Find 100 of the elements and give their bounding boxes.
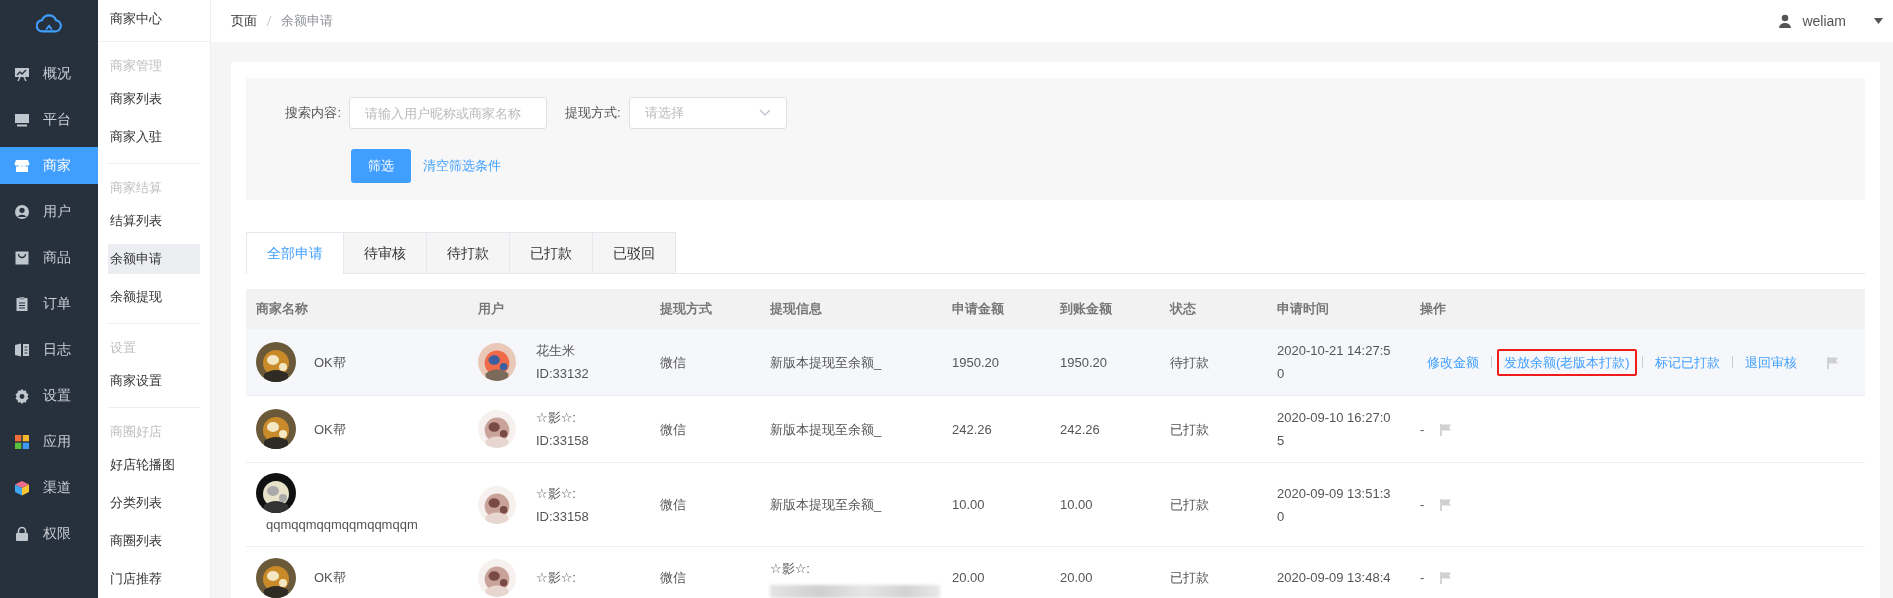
table-cell: 已打款	[1160, 395, 1267, 463]
flag-icon	[1439, 571, 1453, 584]
merchant-name: qqmqqmqqmqqmqqmqqm	[266, 516, 418, 534]
tab[interactable]: 待审核	[344, 232, 427, 273]
person-icon	[14, 203, 30, 220]
field-label: 提现方式:	[565, 104, 621, 122]
nav-item[interactable]: 权限	[0, 515, 98, 552]
table-cell: 待打款	[1160, 329, 1267, 396]
monitor-icon	[14, 111, 30, 128]
nav-item[interactable]: 应用	[0, 423, 98, 460]
tab[interactable]: 待打款	[427, 232, 510, 273]
table-cell: ☆影☆:	[770, 561, 810, 576]
table-cell: 新版本提现至余额_	[770, 497, 882, 512]
table-cell: 1950.20	[942, 329, 1050, 396]
user-name: ☆影☆:	[536, 484, 577, 503]
user-id: ID:33132	[536, 365, 589, 383]
user-icon	[1778, 14, 1793, 28]
column-header: 申请金额	[942, 289, 1050, 329]
submenu-item[interactable]: 商家设置	[108, 366, 200, 396]
table-cell: 微信	[650, 546, 760, 598]
nav-item[interactable]: 商品	[0, 239, 98, 276]
book-icon	[14, 341, 30, 358]
clipboard-icon	[14, 295, 30, 312]
caret-icon	[1874, 18, 1883, 24]
lock-icon	[14, 525, 30, 542]
group-heading: 商家管理	[109, 57, 163, 75]
nav-item[interactable]: 用户	[0, 193, 98, 230]
user-name: ☆影☆:	[536, 569, 576, 587]
flag-icon	[1439, 422, 1453, 436]
grid-icon	[14, 433, 30, 450]
column-header: 提现方式	[650, 289, 760, 329]
breadcrumb-link[interactable]: 页面	[231, 12, 257, 30]
table-cell: 10.00	[1050, 462, 1160, 547]
column-header: 提现信息	[760, 289, 942, 329]
table-cell: 20.00	[1050, 546, 1160, 598]
chevron-icon	[758, 109, 771, 117]
table-cell: 10.00	[942, 462, 1050, 547]
user-name[interactable]: weliam	[1802, 13, 1846, 29]
flag-icon	[1439, 498, 1453, 511]
table-cell: 微信	[650, 329, 760, 396]
tab[interactable]: 已打款	[510, 232, 593, 273]
slash-icon	[266, 15, 272, 27]
table-cell-text: -	[1420, 420, 1425, 439]
group-heading: 商圈好店	[109, 423, 163, 441]
user-name: 花生米	[536, 342, 576, 360]
shop-icon	[14, 157, 30, 174]
submenu-item[interactable]: 商家列表	[108, 84, 200, 114]
column-header: 商家名称	[246, 289, 468, 329]
submenu-item[interactable]: 余额申请	[108, 244, 200, 274]
group-heading: 设置	[109, 339, 137, 357]
nav-item[interactable]: 订单	[0, 285, 98, 322]
field-label: 搜索内容:	[284, 104, 341, 122]
nav-item[interactable]: 日志	[0, 331, 98, 368]
merchant-name: OK帮	[314, 569, 346, 587]
table-cell-text: 2020-09-09 13:51:30	[1277, 484, 1392, 526]
merchant-name: OK帮	[314, 420, 346, 439]
table-cell-text: 2020-10-21 14:27:50	[1277, 342, 1392, 383]
section-title: 商家中心	[98, 0, 210, 42]
cloud-logo-icon	[36, 12, 62, 34]
column-header: 操作	[1410, 289, 1865, 329]
table-cell: 新版本提现至余额_	[770, 354, 882, 370]
table-cell: 20.00	[942, 546, 1050, 598]
settings-icon	[14, 387, 30, 404]
submenu-item[interactable]: 余额提现	[108, 282, 200, 312]
user-id: ID:33158	[536, 507, 589, 526]
nav-item[interactable]: 平台	[0, 101, 98, 138]
table-cell-text: -	[1420, 569, 1425, 587]
table-cell: 微信	[650, 395, 760, 463]
flag-icon	[1825, 355, 1839, 369]
table-cell: 242.26	[1050, 395, 1160, 463]
tab[interactable]: 已驳回	[593, 232, 676, 273]
submenu-item[interactable]: 商家入驻	[108, 122, 200, 152]
search-field[interactable]: 请输入用户昵称或商家名称	[349, 97, 547, 129]
nav-item[interactable]: 设置	[0, 377, 98, 414]
table-cell: 微信	[650, 462, 760, 547]
user-id: ID:33158	[536, 432, 589, 450]
column-header: 申请时间	[1267, 289, 1410, 329]
table-cell: 新版本提现至余额_	[770, 421, 882, 437]
table-cell: 已打款	[1160, 546, 1267, 598]
table-cell: 242.26	[942, 395, 1050, 463]
cube-icon	[14, 479, 30, 496]
nav-item[interactable]: 概况	[0, 55, 98, 92]
table-cell-text: 2020-09-09 13:48:4	[1277, 569, 1392, 587]
nav-item[interactable]: 渠道	[0, 469, 98, 506]
submenu-item[interactable]: 结算列表	[108, 206, 200, 236]
column-header: 用户	[468, 289, 650, 329]
chart-board-icon	[14, 65, 30, 82]
bag-icon	[14, 249, 30, 266]
submenu-item[interactable]: 好店轮播图	[108, 450, 200, 480]
submenu-item[interactable]: 商圈列表	[108, 526, 200, 556]
group-heading: 商家结算	[109, 179, 163, 197]
merchant-name: OK帮	[314, 353, 346, 372]
column-header: 状态	[1160, 289, 1267, 329]
submenu-item[interactable]: 门店推荐	[108, 564, 200, 594]
table-cell-text: 2020-09-10 16:27:05	[1277, 409, 1392, 450]
submenu-item[interactable]: 分类列表	[108, 488, 200, 518]
table-cell-text: -	[1420, 496, 1425, 514]
table-cell: 1950.20	[1050, 329, 1160, 396]
column-header: 到账金额	[1050, 289, 1160, 329]
table-cell: 已打款	[1160, 462, 1267, 547]
